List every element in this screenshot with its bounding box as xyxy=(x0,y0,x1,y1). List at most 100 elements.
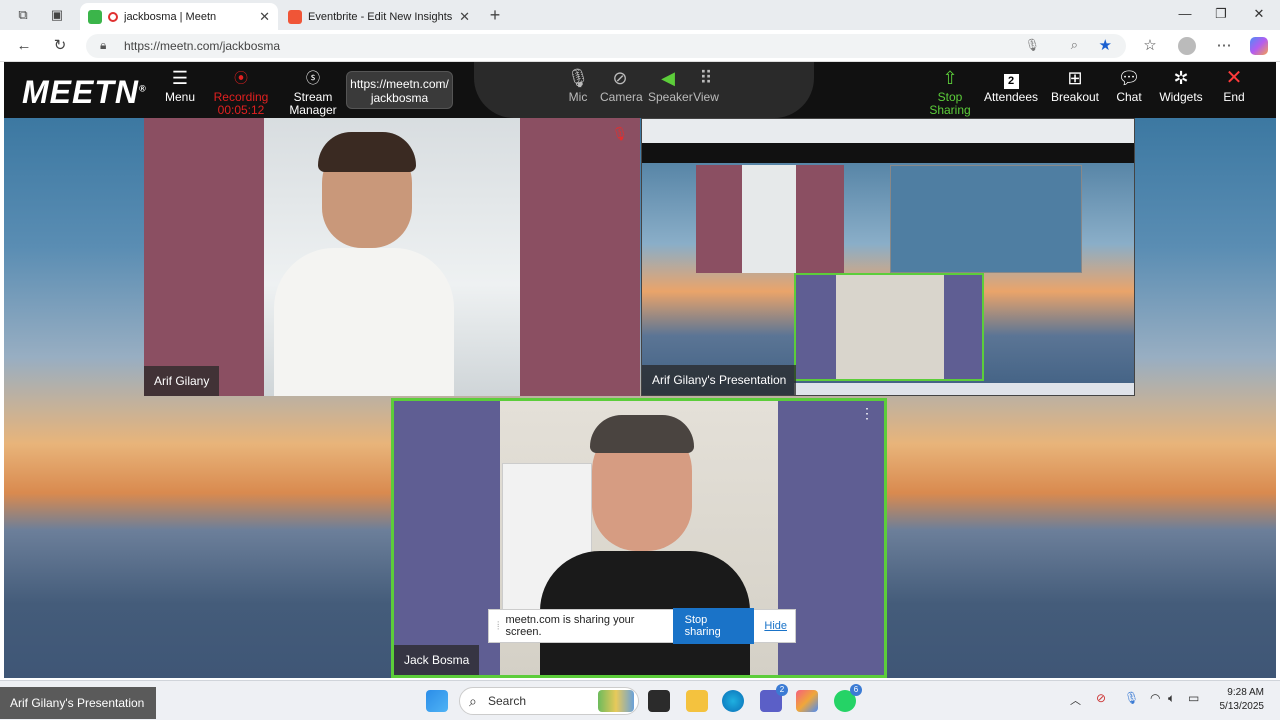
share-up-icon: ⇧ xyxy=(942,68,958,88)
tab-meetn[interactable]: jackbosma | Meetn ✕ xyxy=(80,3,278,30)
screen-share-notice: ⦙ meetn.com is sharing your screen. Stop… xyxy=(488,608,796,644)
chat-button[interactable]: 💬︎ Chat xyxy=(1114,68,1144,104)
shared-tile-arif xyxy=(696,165,844,273)
shared-video-feed xyxy=(742,165,796,273)
tab-title: Eventbrite - Edit New Insights: Ca xyxy=(308,10,454,23)
url-text: https://meetn.com/jackbosma xyxy=(124,39,281,53)
attendees-count-icon: 2 xyxy=(982,68,1040,89)
recording-tab-icon xyxy=(108,11,118,22)
widgets-icon: ✲ xyxy=(1173,68,1189,88)
stop-sharing-label: Stop Sharing xyxy=(929,90,971,117)
recording-time: 00:05:12 xyxy=(217,103,265,117)
stream-manager-button[interactable]: ⓢ Stream Manager xyxy=(284,68,342,117)
view-grid-icon: ⠿ xyxy=(699,68,713,88)
widgets-button[interactable]: ✲ Widgets xyxy=(1158,68,1204,104)
participant-shirt xyxy=(274,248,454,396)
view-button[interactable]: ⠿ View xyxy=(692,68,720,104)
menu-button[interactable]: ☰ Menu xyxy=(164,68,196,104)
speaker-button[interactable]: ◀ Speaker xyxy=(648,68,693,104)
edge-icon[interactable] xyxy=(722,690,744,712)
widgets-highlight-icon[interactable] xyxy=(598,690,634,712)
teams-icon[interactable]: 2 xyxy=(760,684,788,712)
mic-label: Mic xyxy=(568,90,588,104)
battery-icon[interactable]: ▭ xyxy=(1188,691,1199,705)
close-tab-icon[interactable]: ✕ xyxy=(459,9,470,25)
mic-button[interactable]: 🎙︎ Mic xyxy=(564,68,592,104)
clock-date: 5/13/2025 xyxy=(1219,701,1265,712)
meeting-url-box[interactable]: https://meetn.com/ jackbosma xyxy=(346,71,453,109)
camera-off-icon: ⊘ xyxy=(612,68,628,88)
file-explorer-icon[interactable] xyxy=(686,690,708,712)
video-tile-presentation[interactable]: Arif Gilany's Presentation xyxy=(641,118,1135,396)
site-info-icon[interactable]: 🔒︎ xyxy=(100,38,106,53)
menu-label: Menu xyxy=(164,90,196,104)
start-button[interactable] xyxy=(426,690,448,712)
end-button[interactable]: ✕ End xyxy=(1220,68,1248,104)
tray-chevron-icon[interactable]: ︿ xyxy=(1070,692,1081,708)
close-tab-icon[interactable]: ✕ xyxy=(259,9,270,25)
attendees-label: Attendees xyxy=(983,90,1039,104)
record-icon: ⦿ xyxy=(234,70,248,86)
hamburger-icon: ☰ xyxy=(171,68,189,88)
attendees-button[interactable]: 2 Attendees xyxy=(982,68,1040,104)
recording-indicator[interactable]: ⦿ Recording 00:05:12 xyxy=(212,68,270,117)
camera-button[interactable]: ⊘ Camera xyxy=(600,68,643,104)
participant-name: Jack Bosma xyxy=(394,645,480,675)
tab-actions-icon[interactable]: ▣ xyxy=(48,6,66,24)
security-tray-icon[interactable]: ⊘ xyxy=(1096,691,1106,705)
breakout-label: Breakout xyxy=(1050,90,1100,104)
video-tile-arif[interactable]: 🎙︎ Arif Gilany xyxy=(144,118,640,396)
stop-sharing-notice-button[interactable]: Stop sharing xyxy=(672,608,755,644)
mic-icon: 🎙︎ xyxy=(566,68,590,88)
meetn-logo: MEETN® xyxy=(22,74,147,110)
stop-sharing-button[interactable]: ⇧ Stop Sharing xyxy=(926,68,974,117)
workspaces-icon[interactable]: ⧉ xyxy=(14,6,32,24)
breakout-grid-icon: ⊞ xyxy=(1067,68,1083,88)
refresh-icon[interactable]: ↻ xyxy=(50,37,70,55)
volume-icon[interactable]: 🔈︎ xyxy=(1168,691,1175,706)
back-icon[interactable]: ← xyxy=(14,37,34,55)
restore-icon[interactable]: ❐ xyxy=(1212,6,1230,24)
zoom-icon[interactable]: ⌕ xyxy=(1071,37,1078,53)
participant-hair xyxy=(590,415,694,453)
video-tile-jack[interactable]: ⋮ ⦙ meetn.com is sharing your screen. St… xyxy=(391,398,887,678)
presentation-name: Arif Gilany's Presentation xyxy=(642,365,797,395)
address-bar-row: ← ↻ 🔒︎ https://meetn.com/jackbosma 🎙︎ ⌕ … xyxy=(0,30,1280,62)
close-window-icon[interactable]: ✕ xyxy=(1250,6,1268,24)
meetn-favicon xyxy=(88,9,102,24)
task-view-icon[interactable] xyxy=(648,690,670,712)
chat-icon: 💬︎ xyxy=(1117,68,1141,88)
mic-icon[interactable]: 🎙︎ xyxy=(1025,38,1040,52)
tab-title: jackbosma | Meetn xyxy=(124,10,217,23)
shared-tile-jack xyxy=(794,273,984,381)
end-label: End xyxy=(1223,90,1245,104)
share-notice-text: meetn.com is sharing your screen. xyxy=(505,614,635,638)
address-field[interactable]: 🔒︎ https://meetn.com/jackbosma 🎙︎ ⌕ ★ xyxy=(86,34,1126,58)
copilot-taskbar-icon[interactable] xyxy=(796,690,818,712)
muted-mic-icon: 🎙︎ xyxy=(611,126,628,141)
clock[interactable]: 9:28 AM 5/13/2025 xyxy=(1220,686,1265,714)
favorite-star-icon[interactable]: ★ xyxy=(1099,36,1112,54)
wifi-icon[interactable]: ◠ xyxy=(1150,691,1160,705)
search-label: Search xyxy=(488,694,527,708)
new-tab-icon[interactable]: + xyxy=(486,5,504,25)
browser-tab-bar: ⧉ ▣ jackbosma | Meetn ✕ Eventbrite - Edi… xyxy=(0,0,1280,30)
mic-tray-icon[interactable]: 🎙︎ xyxy=(1124,691,1139,705)
whatsapp-icon[interactable]: 6 xyxy=(834,684,862,712)
tab-eventbrite[interactable]: Eventbrite - Edit New Insights: Ca ✕ xyxy=(280,3,478,30)
meetn-app: MEETN® ☰ Menu ⦿ Recording 00:05:12 ⓢ Str… xyxy=(4,62,1276,678)
favorites-icon[interactable]: ☆ xyxy=(1140,37,1160,55)
tile-more-icon[interactable]: ⋮ xyxy=(860,405,874,422)
minimize-icon[interactable]: — xyxy=(1176,6,1194,24)
more-options-icon[interactable]: ⋯ xyxy=(1214,37,1234,55)
windows-taskbar: ⌕ Search 2 6 ︿ ⊘ 🎙︎ ◠ 🔈︎ ▭ 9:28 AM 5/13/… xyxy=(0,680,1280,720)
profile-avatar[interactable] xyxy=(1178,37,1196,55)
breakout-button[interactable]: ⊞ Breakout xyxy=(1050,68,1100,104)
video-feed xyxy=(264,118,520,396)
view-label: View xyxy=(693,90,719,104)
copilot-icon[interactable] xyxy=(1250,37,1268,55)
drag-handle-icon[interactable]: ⦙ xyxy=(497,620,499,633)
hide-link[interactable]: Hide xyxy=(764,620,787,632)
speaker-label: Speaker xyxy=(648,90,693,104)
clock-time: 9:28 AM xyxy=(1227,687,1264,698)
